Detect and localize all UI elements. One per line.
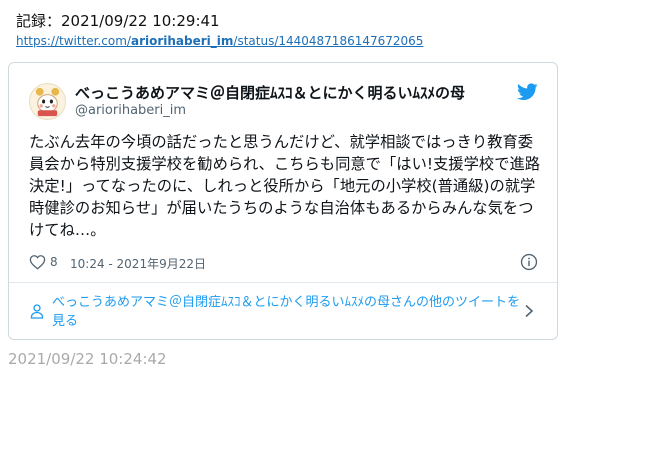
more-tweets-label: べっこうあめアマミ＠自閉症ﾑｽｺ＆とにかく明るいﾑｽﾒの母さんの他のツイートを見… bbox=[52, 295, 521, 329]
tweet-text: たぶん去年の今頃の話だったと思うんだけど、就学相談ではっきり教育委員会から特別支… bbox=[29, 133, 541, 239]
source-url-link[interactable]: https://twitter.com/ariorihaberi_im/stat… bbox=[16, 34, 423, 48]
card-divider bbox=[9, 282, 557, 283]
record-label: 記録：2021/09/22 10:29:41 bbox=[16, 12, 220, 30]
like-count: 8 bbox=[50, 255, 58, 269]
chevron-right-icon bbox=[525, 304, 534, 318]
more-tweets-link[interactable]: べっこうあめアマミ＠自閉症ﾑｽｺ＆とにかく明るいﾑｽﾒの母さんの他のツイートを見… bbox=[29, 290, 541, 334]
info-icon[interactable] bbox=[520, 253, 538, 271]
author-handle[interactable]: @ariorihaberi_im bbox=[75, 103, 186, 118]
tweet-card: べっこうあめアマミ＠自閉症ﾑｽｺ＆とにかく明るいﾑｽﾒの母 @ariorihab… bbox=[8, 62, 558, 340]
url-prefix: https://twitter.com/ bbox=[16, 34, 131, 48]
tweet-meta: 8 10:24 - 2021年9月22日 bbox=[29, 251, 541, 275]
url-suffix: /status/1440487186147672065 bbox=[233, 34, 424, 48]
footer-timestamp: 2021/09/22 10:24:42 bbox=[8, 350, 167, 368]
heart-icon[interactable] bbox=[29, 254, 46, 270]
twitter-bird-icon[interactable] bbox=[517, 83, 538, 101]
avatar[interactable] bbox=[29, 83, 66, 120]
author-name[interactable]: べっこうあめアマミ＠自閉症ﾑｽｺ＆とにかく明るいﾑｽﾒの母 bbox=[75, 82, 465, 103]
tweet-time[interactable]: 10:24 - 2021年9月22日 bbox=[70, 255, 206, 272]
url-user: ariorihaberi_im bbox=[130, 34, 234, 48]
person-icon bbox=[30, 304, 44, 319]
